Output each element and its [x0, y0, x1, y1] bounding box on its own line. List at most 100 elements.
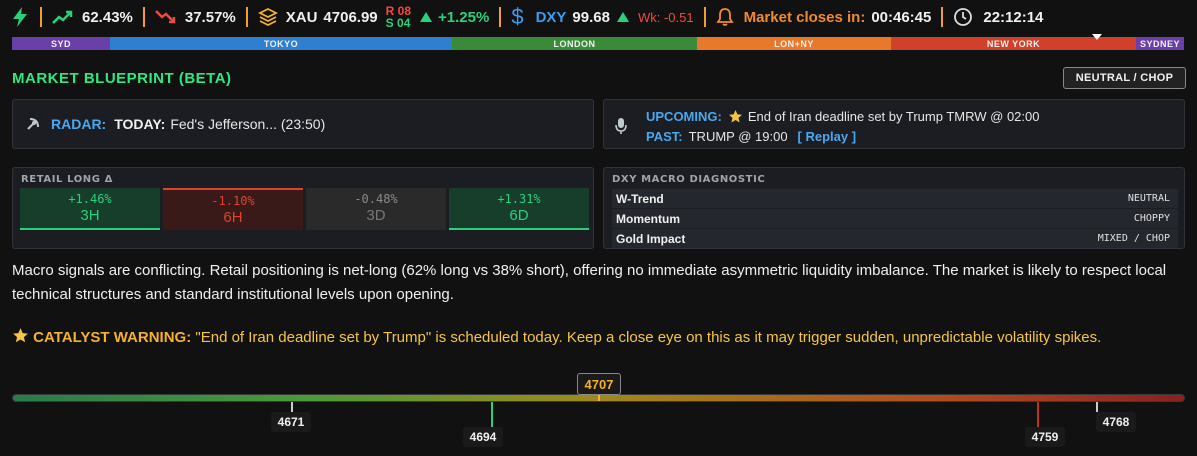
session-lon-ny: LON+NY — [697, 37, 891, 50]
past-text: TRUMP @ 19:00 — [688, 128, 788, 144]
divider — [40, 7, 42, 27]
upcoming-label: UPCOMING: — [646, 108, 722, 124]
retail-pct: -1.10% — [211, 194, 255, 208]
long-ratio: 62.43% — [52, 0, 133, 34]
dxy-price: 99.68 — [572, 8, 610, 26]
retail-timeframe: 6D — [509, 207, 529, 224]
dxy-row-gold-impact: Gold Impact MIXED / CHOP — [612, 229, 1178, 248]
today-label: TODAY: — [114, 116, 166, 132]
clock-time: 22:12:14 — [983, 8, 1044, 26]
short-pct: 37.57% — [184, 8, 236, 26]
retail-pct: +1.46% — [68, 192, 112, 206]
dxy-row-trend: W-Trend NEUTRAL — [612, 189, 1178, 208]
page-title: MARKET BLUEPRINT (BETA) — [12, 70, 232, 87]
retail-timeframe: 3D — [366, 207, 386, 224]
retail-title: RETAIL LONG Δ — [21, 174, 114, 185]
dxy-value: MIXED / CHOP — [1097, 233, 1170, 244]
dxy-title: DXY MACRO DIAGNOSTIC — [612, 174, 766, 185]
market-close-countdown: Market closes in: 00:46:45 — [715, 0, 932, 34]
trend-down-icon — [154, 9, 177, 25]
clock-icon — [953, 7, 973, 27]
short-ratio: 37.57% — [154, 0, 236, 34]
current-price-tick — [598, 395, 600, 401]
xau-ticker: XAU 4706.99 R 08 S 04 +1.25% — [257, 0, 490, 34]
divider — [703, 7, 706, 27]
xau-label: XAU — [285, 8, 318, 26]
divider — [499, 7, 502, 27]
level-tick-4759 — [1037, 402, 1039, 427]
level-tick-4671 — [291, 402, 293, 412]
s-value: 04 — [397, 16, 411, 30]
current-time-marker — [1092, 34, 1102, 40]
clock: 22:12:14 — [953, 0, 1043, 34]
level-label: 4694 — [463, 427, 503, 447]
layers-icon — [257, 7, 278, 27]
divider — [941, 7, 944, 27]
level-tick-4694 — [491, 402, 493, 427]
star-icon — [728, 109, 743, 124]
current-price-flag: 4707 — [577, 373, 621, 395]
past-row: PAST: TRUMP @ 19:00 [ Replay ] — [646, 126, 1184, 146]
retail-long-panel: RETAIL LONG Δ +1.46% 3H -1.10% 6H -0.48%… — [12, 167, 594, 249]
satellite-icon — [25, 116, 41, 132]
upcoming-row: UPCOMING: End of Iran deadline set by Tr… — [646, 106, 1184, 126]
s-label: S — [385, 16, 394, 30]
xau-price: 4706.99 — [323, 8, 378, 26]
past-label: PAST: — [646, 128, 683, 144]
dxy-value: CHOPPY — [1133, 213, 1170, 224]
divider — [245, 7, 248, 27]
bolt-icon[interactable] — [10, 0, 30, 34]
catalyst-text: "End of Iran deadline set by Trump" is s… — [195, 329, 1102, 346]
countdown: 00:46:45 — [871, 8, 932, 26]
schedule-panel: UPCOMING: End of Iran deadline set by Tr… — [603, 99, 1185, 149]
dxy-key: Gold Impact — [616, 231, 686, 246]
radar-panel: RADAR: TODAY: Fed's Jefferson... (23:50) — [12, 99, 594, 149]
session-tokyo: TOKYO — [110, 37, 452, 50]
retail-cell-6d: +1.31% 6D — [449, 188, 589, 230]
session-london: LONDON — [452, 37, 697, 50]
divider — [142, 7, 145, 27]
retail-cell-3h: +1.46% 3H — [20, 188, 160, 230]
level-label: 4768 — [1096, 412, 1136, 432]
triangle-up-icon — [419, 11, 433, 23]
triangle-up-icon — [616, 11, 630, 23]
session-bar: SYD TOKYO LONDON LON+NY NEW YORK SYDNEY — [12, 37, 1184, 50]
radar-label: RADAR: — [51, 116, 107, 132]
session-sydney: SYDNEY — [1136, 37, 1184, 50]
market-closes-label: Market closes in: — [743, 8, 866, 26]
dollar-icon: $ — [511, 4, 524, 29]
wk-change: Wk: -0.51 — [637, 9, 694, 25]
trend-up-icon — [52, 9, 74, 25]
microphone-icon — [614, 117, 628, 138]
dxy-ticker: $ DXY 99.68 Wk: -0.51 — [511, 0, 693, 34]
bell-icon[interactable] — [715, 7, 734, 27]
level-label: 4671 — [271, 412, 311, 432]
long-pct: 62.43% — [82, 8, 133, 26]
dxy-diagnostic-panel: DXY MACRO DIAGNOSTIC W-Trend NEUTRAL Mom… — [603, 167, 1185, 249]
upcoming-text: End of Iran deadline set by Trump TMRW @… — [747, 108, 1040, 124]
dxy-value: NEUTRAL — [1127, 193, 1170, 204]
level-label: 4759 — [1025, 427, 1065, 447]
catalyst-warning: CATALYST WARNING: "End of Iran deadline … — [12, 326, 1190, 350]
replay-link[interactable]: [ Replay ] — [798, 129, 857, 144]
ticker-bar: 62.43% 37.57% XAU 4706.99 R 08 S 04 +1.2… — [0, 0, 1197, 34]
radar-text: Fed's Jefferson... (23:50) — [170, 116, 326, 132]
dxy-label: DXY — [535, 8, 567, 26]
rs-counter: R 08 S 04 — [386, 5, 411, 29]
dxy-row-momentum: Momentum CHOPPY — [612, 209, 1178, 228]
dxy-key: Momentum — [616, 211, 680, 226]
retail-cell-3d: -0.48% 3D — [306, 188, 446, 230]
star-icon — [12, 327, 29, 344]
analysis-text: Macro signals are conflicting. Retail po… — [12, 262, 1167, 303]
retail-timeframe: 6H — [223, 209, 243, 226]
retail-pct: +1.31% — [497, 192, 541, 206]
status-badge: NEUTRAL / CHOP — [1063, 67, 1186, 89]
retail-cell-6h: -1.10% 6H — [163, 188, 303, 230]
xau-change: +1.25% — [438, 8, 490, 26]
retail-timeframe: 3H — [80, 207, 100, 224]
dxy-key: W-Trend — [616, 191, 664, 206]
level-tick-4768 — [1096, 402, 1098, 412]
retail-pct: -0.48% — [354, 192, 398, 206]
session-syd: SYD — [12, 37, 110, 50]
catalyst-label: CATALYST WARNING: — [33, 329, 192, 346]
